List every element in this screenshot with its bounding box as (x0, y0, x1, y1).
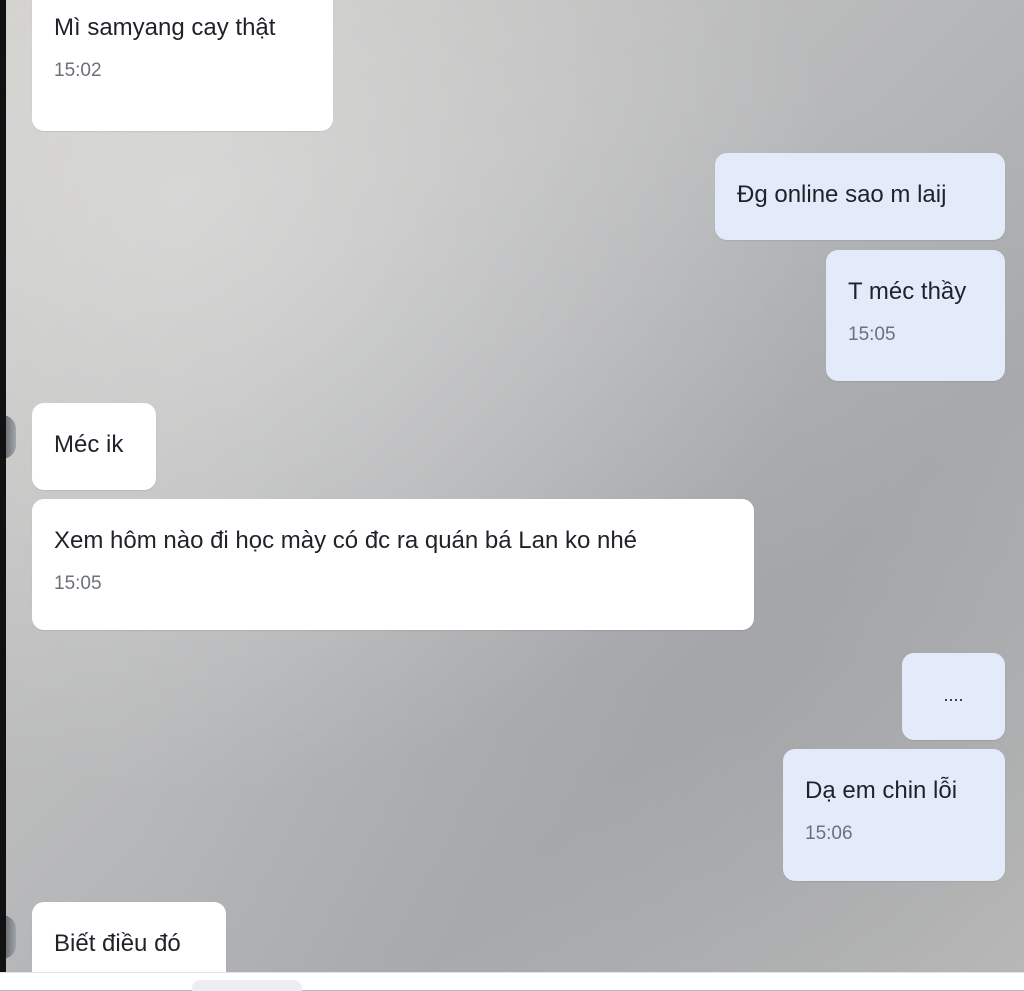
message-bubble-incoming[interactable]: Mì samyang cay thật 15:02 (32, 0, 333, 131)
message-text: Méc ik (54, 431, 124, 458)
message-bubble-outgoing[interactable]: .... (902, 653, 1005, 740)
message-text: Xem hôm nào đi học mày có đc ra quán bá … (54, 527, 638, 554)
bottom-toolbar (0, 972, 1024, 991)
message-timestamp: 15:06 (805, 823, 853, 844)
message-bubble-incoming[interactable]: Xem hôm nào đi học mày có đc ra quán bá … (32, 499, 754, 630)
message-bubble-outgoing[interactable]: Đg online sao m laij (715, 153, 1005, 240)
bottom-tab[interactable] (192, 980, 302, 991)
window-edge (0, 0, 6, 990)
message-bubble-incoming[interactable]: Biết điều đó (32, 902, 226, 972)
message-text: Mì samyang cay thật (54, 14, 276, 41)
message-text: Dạ em chin lỗi (805, 777, 958, 804)
message-timestamp: 15:05 (848, 324, 896, 345)
message-bubble-outgoing[interactable]: T méc thầy 15:05 (826, 250, 1005, 381)
chat-message-area[interactable]: Mì samyang cay thật 15:02 Đg online sao … (0, 0, 1024, 972)
message-text: Đg online sao m laij (737, 181, 947, 208)
message-timestamp: 15:02 (54, 60, 102, 81)
message-timestamp: 15:05 (54, 573, 102, 594)
message-bubble-incoming[interactable]: Méc ik (32, 403, 156, 490)
message-bubble-outgoing[interactable]: Dạ em chin lỗi 15:06 (783, 749, 1005, 881)
message-text: Biết điều đó (54, 930, 181, 957)
message-text: .... (943, 685, 964, 705)
message-text: T méc thầy (848, 278, 967, 305)
